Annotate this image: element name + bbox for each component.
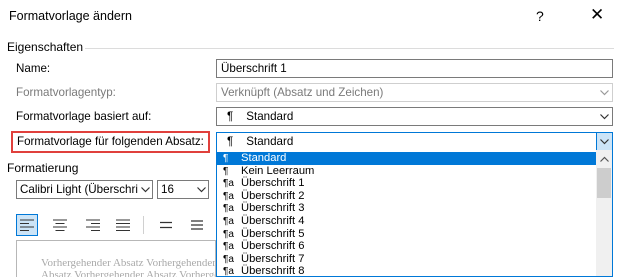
dropdown-item[interactable]: ¶a Überschrift 8: [217, 265, 597, 277]
dropdown-item-label: Kein Leerraum: [241, 164, 315, 177]
preview-line-2: Absatz Vorhergehender Absatz Vorhergehen…: [41, 269, 215, 277]
dropdown-scrollbar[interactable]: [596, 150, 612, 276]
help-button[interactable]: ?: [536, 8, 544, 24]
scrollbar-thumb[interactable]: [597, 168, 611, 198]
preview-pane: Vorhergehender Absatz Vorhergehender Abs…: [16, 240, 216, 277]
dropdown-item-label: Überschrift 7: [241, 252, 305, 265]
dropdown-item-label: Überschrift 2: [241, 189, 305, 202]
linked-style-icon: ¶a: [223, 216, 234, 227]
close-button[interactable]: ✕: [590, 5, 604, 25]
dialog-title: Formatvorlage ändern: [9, 9, 132, 23]
linked-style-icon: ¶a: [223, 190, 234, 202]
title-bar: Formatvorlage ändern ? ✕: [0, 0, 622, 34]
based-on-value: Standard: [246, 110, 294, 123]
dropdown-item-label: Überschrift 4: [241, 215, 305, 227]
dropdown-item[interactable]: ¶a Überschrift 7: [217, 253, 597, 266]
next-paragraph-label: Formatvorlage für folgenden Absatz:: [11, 131, 210, 153]
dropdown-item-label: Überschrift 6: [241, 240, 305, 253]
next-paragraph-value: Standard: [246, 135, 294, 148]
properties-divider: [85, 48, 614, 49]
line-spacing-double-button[interactable]: [186, 214, 208, 236]
linked-style-icon: ¶a: [223, 178, 234, 190]
align-left-icon: [20, 219, 34, 231]
chevron-down-icon[interactable]: [596, 108, 612, 125]
line-spacing-double-icon: [191, 220, 203, 230]
preview-line-1: Vorhergehender Absatz Vorhergehender Abs…: [41, 257, 216, 269]
dropdown-item-label: Überschrift 5: [241, 227, 305, 240]
dropdown-item[interactable]: ¶ Standard: [217, 152, 597, 165]
name-field-value: Überschrift 1: [221, 62, 287, 75]
name-field[interactable]: Überschrift 1: [216, 59, 613, 78]
formatting-heading: Formatierung: [7, 161, 79, 175]
paragraph-icon: ¶: [227, 110, 234, 123]
type-select-value: Verknüpft (Absatz und Zeichen): [221, 86, 384, 99]
chevron-down-icon: [596, 84, 612, 101]
paragraph-style-icon: ¶: [223, 153, 229, 164]
font-select[interactable]: Calibri Light (Überschriften): [16, 180, 153, 199]
align-right-button[interactable]: [82, 214, 104, 236]
chevron-down-icon[interactable]: [138, 181, 152, 198]
align-center-button[interactable]: [49, 214, 71, 236]
linked-style-icon: ¶a: [223, 253, 234, 265]
dropdown-item[interactable]: ¶ Kein Leerraum: [217, 165, 597, 178]
dropdown-item-label: Überschrift 3: [241, 202, 305, 215]
font-size-select[interactable]: 16: [157, 180, 209, 199]
based-on-label: Formatvorlage basiert auf:: [16, 110, 152, 123]
line-spacing-icon: [160, 221, 172, 229]
line-spacing-single-button[interactable]: [155, 214, 177, 236]
linked-style-icon: ¶a: [223, 241, 234, 253]
dropdown-item-label: Standard: [241, 152, 287, 164]
chevron-down-icon[interactable]: [194, 181, 208, 198]
justify-button[interactable]: [112, 214, 134, 236]
next-paragraph-dropdown-list[interactable]: ¶ Standard ¶ Kein Leerraum ¶a Überschrift 1 ¶a…: [216, 150, 613, 277]
name-label: Name:: [16, 62, 51, 75]
based-on-select[interactable]: ¶ Standard: [216, 107, 613, 126]
font-size-value: 16: [161, 183, 174, 196]
type-label: Formatvorlagentyp:: [16, 86, 116, 99]
scroll-up-arrow-icon[interactable]: [596, 150, 612, 167]
properties-heading: Eigenschaften: [7, 40, 84, 54]
next-paragraph-select[interactable]: ¶ Standard: [216, 132, 613, 151]
dropdown-item-label: Überschrift 8: [241, 265, 305, 277]
dropdown-item[interactable]: ¶a Überschrift 2: [217, 190, 597, 203]
dropdown-item[interactable]: ¶a Überschrift 4: [217, 215, 597, 228]
dropdown-item-label: Überschrift 1: [241, 177, 305, 190]
dropdown-item[interactable]: ¶a Überschrift 3: [217, 202, 597, 215]
dropdown-item[interactable]: ¶a Überschrift 6: [217, 240, 597, 253]
align-center-icon: [53, 219, 67, 231]
type-select: Verknüpft (Absatz und Zeichen): [216, 83, 613, 102]
align-right-icon: [86, 219, 100, 231]
linked-style-icon: ¶a: [223, 266, 234, 277]
font-select-value: Calibri Light (Überschriften): [20, 183, 153, 196]
linked-style-icon: ¶a: [223, 228, 234, 240]
justify-icon: [116, 219, 130, 231]
linked-style-icon: ¶a: [223, 203, 234, 215]
align-left-button[interactable]: [16, 214, 38, 236]
paragraph-icon: ¶: [227, 135, 234, 148]
chevron-down-icon[interactable]: [596, 133, 612, 150]
paragraph-style-icon: ¶: [223, 165, 229, 177]
dropdown-item[interactable]: ¶a Überschrift 5: [217, 228, 597, 241]
dropdown-item[interactable]: ¶a Überschrift 1: [217, 177, 597, 190]
toolbar-divider: [143, 216, 144, 234]
